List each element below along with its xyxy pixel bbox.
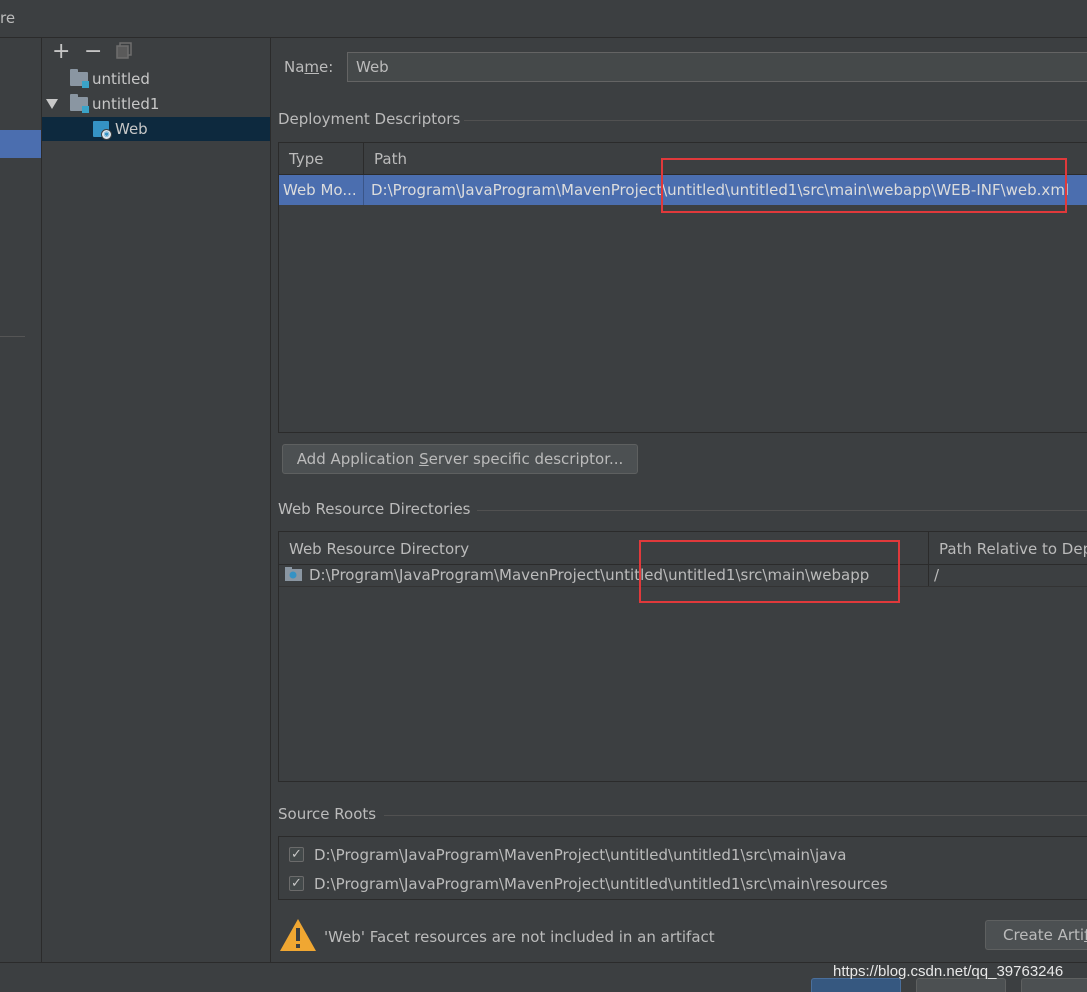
- cancel-button[interactable]: [916, 978, 1006, 992]
- column-header-type[interactable]: Type: [289, 150, 323, 168]
- module-tree-panel: + −: [42, 38, 271, 962]
- column-separator: [363, 175, 364, 205]
- tree-item-label: Web: [115, 120, 148, 138]
- ok-button[interactable]: [811, 978, 901, 992]
- tree-item-label: untitled: [92, 70, 150, 88]
- nav-separator: [0, 336, 25, 337]
- source-roots-title: Source Roots: [278, 805, 377, 823]
- apply-button[interactable]: [1021, 978, 1087, 992]
- descriptor-type: Web Mo...: [283, 181, 357, 199]
- tree-item-web[interactable]: ◉ Web: [93, 117, 148, 141]
- column-header-directory[interactable]: Web Resource Directory: [289, 540, 469, 558]
- dialog-button-bar: https://blog.csdn.net/qq_39763246: [0, 962, 1087, 992]
- source-root-checkbox[interactable]: ✓: [289, 876, 304, 891]
- web-resource-directories-title: Web Resource Directories: [278, 500, 471, 518]
- create-artifact-button[interactable]: Create Artif: [985, 920, 1087, 950]
- column-header-path[interactable]: Path: [374, 150, 407, 168]
- warning-message: 'Web' Facet resources are not included i…: [324, 928, 715, 946]
- tree-item-untitled[interactable]: untitled: [70, 67, 150, 91]
- web-facet-icon: ◉: [93, 121, 112, 140]
- module-folder-icon: [70, 94, 89, 113]
- tree-item-untitled1[interactable]: untitled1: [70, 92, 159, 116]
- name-input[interactable]: Web: [347, 52, 1087, 82]
- warning-icon: [279, 918, 317, 956]
- selected-category[interactable]: [0, 130, 41, 158]
- watermark-url: https://blog.csdn.net/qq_39763246: [833, 963, 1064, 980]
- module-folder-icon: [70, 69, 89, 88]
- relative-path-value: /: [934, 566, 940, 584]
- group-divider: [477, 510, 1087, 511]
- column-header-relative-path[interactable]: Path Relative to Dep: [939, 540, 1087, 558]
- group-divider: [384, 815, 1087, 816]
- add-server-descriptor-button[interactable]: Add Application Server specific descript…: [282, 444, 638, 474]
- window-title-bar: re: [0, 0, 1087, 38]
- source-root-path: D:\Program\JavaProgram\MavenProject\unti…: [314, 846, 847, 864]
- deployment-descriptors-title: Deployment Descriptors: [278, 110, 461, 128]
- web-folder-icon: [285, 567, 302, 581]
- tree-selection-highlight: [42, 117, 270, 141]
- remove-icon[interactable]: −: [84, 41, 102, 63]
- name-label: Name:: [284, 58, 334, 76]
- copy-icon[interactable]: [116, 42, 132, 59]
- settings-category-nav: [0, 38, 42, 962]
- group-divider: [464, 120, 1087, 121]
- source-root-checkbox[interactable]: ✓: [289, 847, 304, 862]
- tree-item-label: untitled1: [92, 95, 160, 113]
- highlight-annotation-box: [639, 540, 900, 603]
- expand-arrow-icon[interactable]: [46, 96, 58, 114]
- window-title: re: [0, 9, 16, 27]
- add-icon[interactable]: +: [52, 41, 70, 63]
- highlight-annotation-box: [661, 158, 1067, 213]
- source-root-path: D:\Program\JavaProgram\MavenProject\unti…: [314, 875, 888, 893]
